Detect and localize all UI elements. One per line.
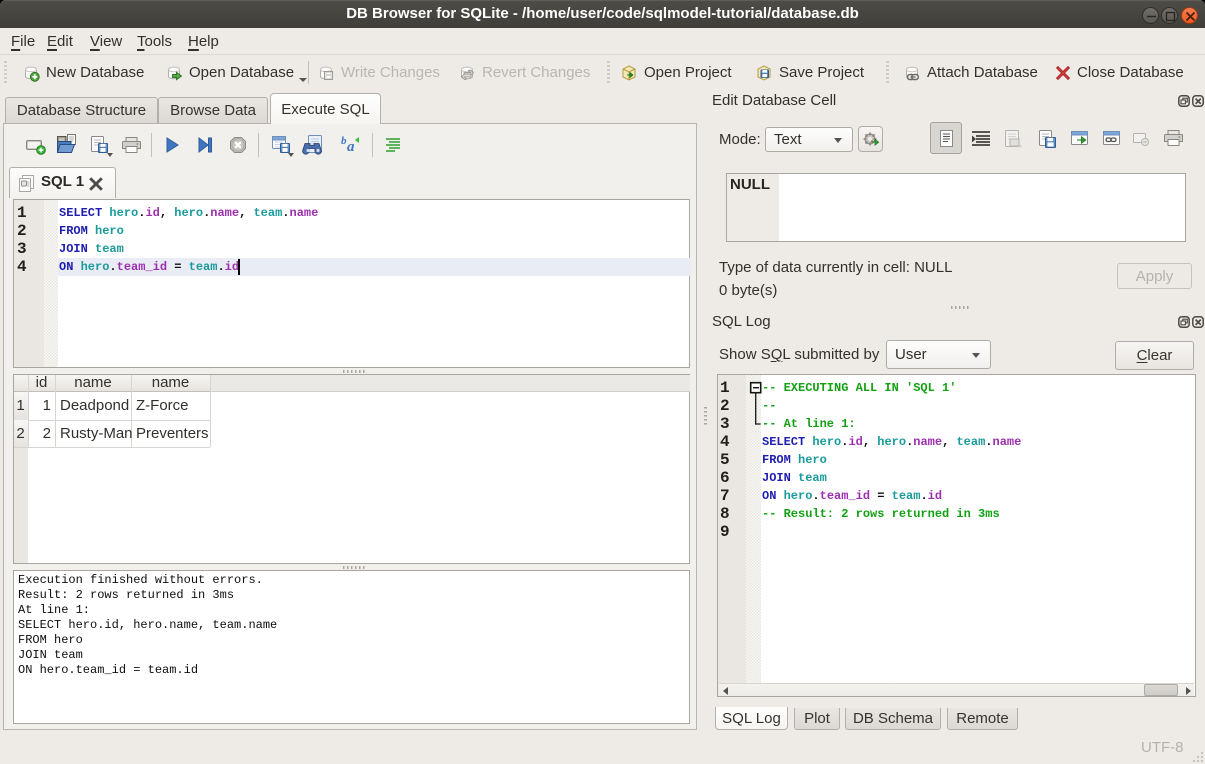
- svg-text:a: a: [347, 139, 355, 155]
